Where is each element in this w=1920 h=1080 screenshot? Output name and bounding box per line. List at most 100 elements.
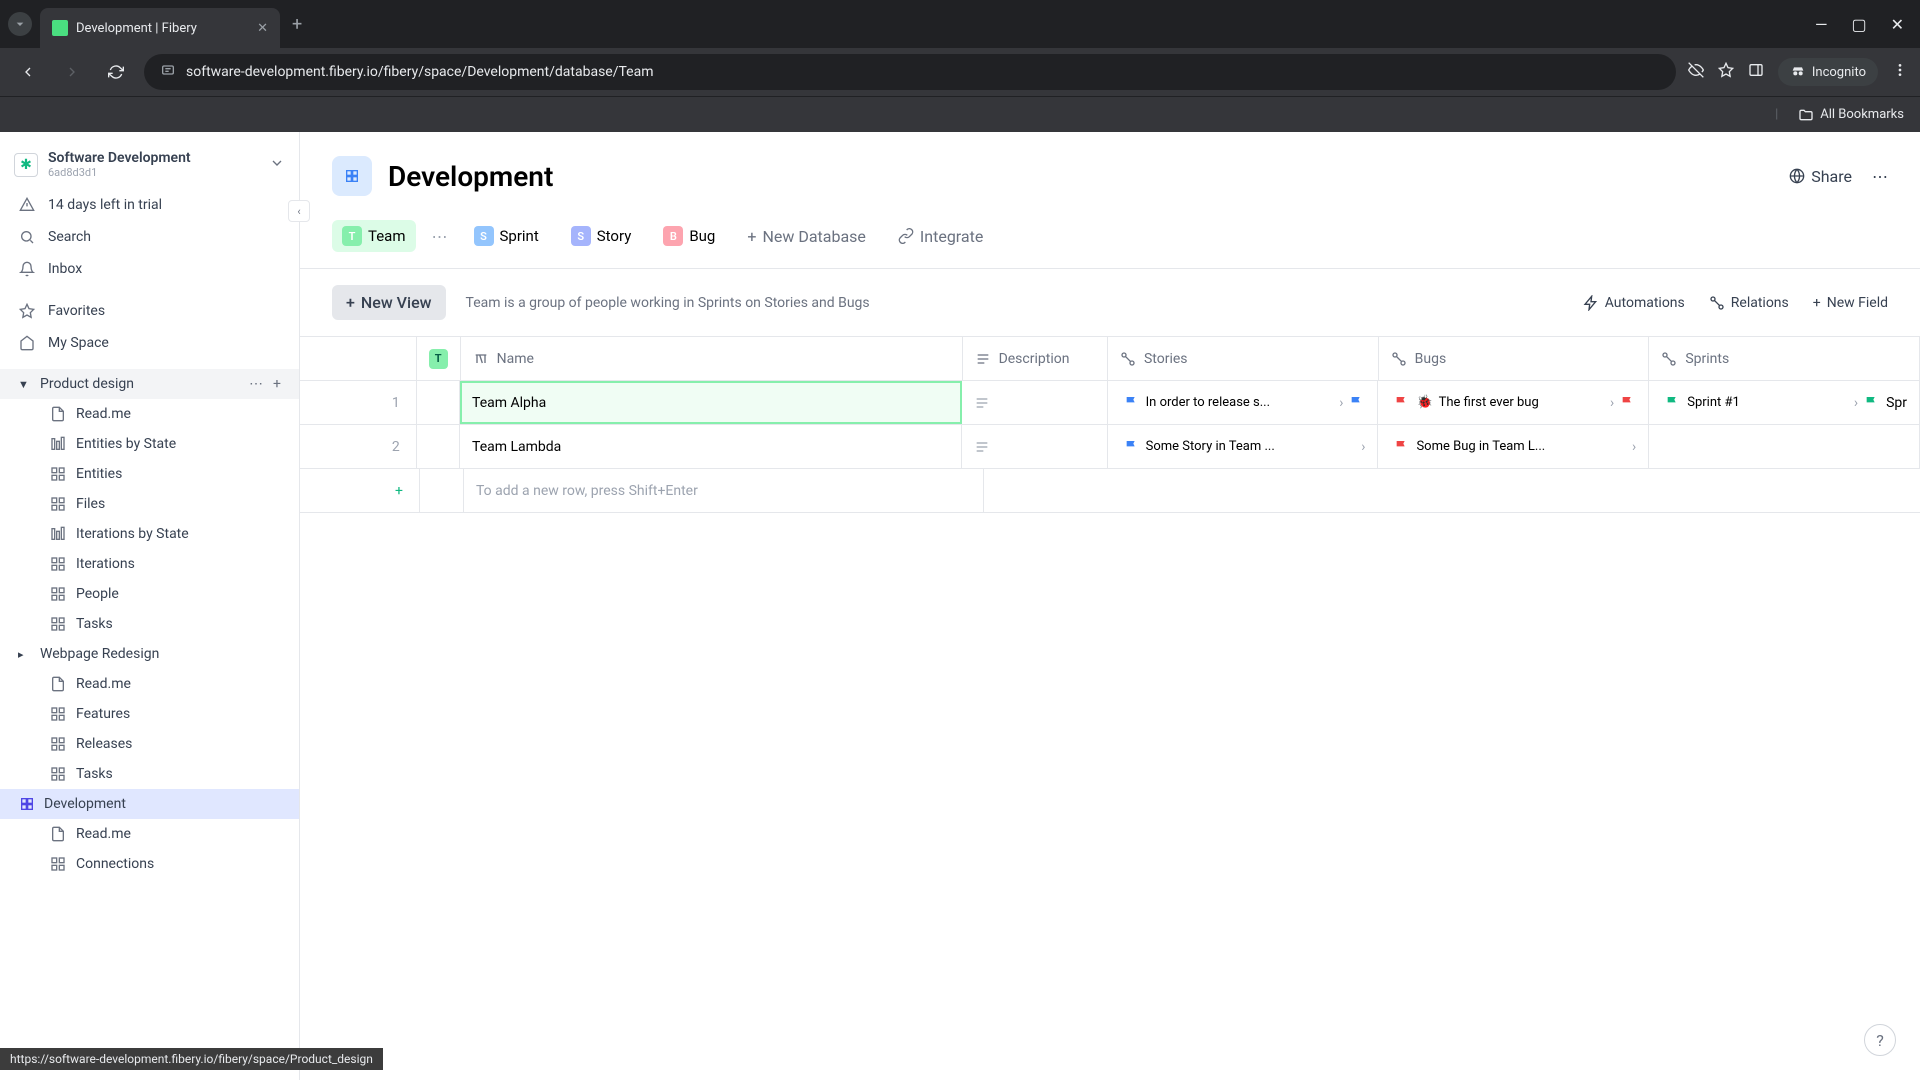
maximize-button[interactable]: ▢ — [1851, 15, 1866, 34]
tab-title: Development | Fibery — [76, 21, 197, 36]
new-view-button[interactable]: + New View — [332, 285, 446, 320]
close-window-button[interactable]: ✕ — [1891, 15, 1904, 34]
space-child-item[interactable]: Iterations — [0, 549, 299, 579]
sidebar-my-space[interactable]: My Space — [0, 327, 299, 359]
add-row-plus[interactable]: + — [300, 469, 420, 512]
eye-off-icon[interactable] — [1688, 62, 1704, 82]
cell-description[interactable] — [962, 425, 1107, 468]
cell-name[interactable]: Team Lambda — [460, 425, 962, 468]
side-panel-icon[interactable] — [1748, 62, 1764, 82]
collapse-sidebar-button[interactable]: ‹ — [288, 200, 310, 222]
page-more-button[interactable]: ⋯ — [1872, 167, 1888, 186]
url-bar[interactable]: software-development.fibery.io/fibery/sp… — [144, 54, 1676, 90]
column-bugs[interactable]: Bugs — [1379, 337, 1650, 380]
share-button[interactable]: Share — [1789, 167, 1852, 186]
space-header[interactable]: Development — [0, 789, 299, 819]
page-icon[interactable] — [332, 156, 372, 196]
site-settings-icon[interactable] — [160, 62, 176, 82]
space-child-item[interactable]: Read.me — [0, 819, 299, 849]
sidebar-trial[interactable]: 14 days left in trial — [0, 189, 299, 221]
cell-name[interactable]: Team Alpha — [460, 381, 962, 424]
child-label: Tasks — [76, 616, 113, 632]
tab-search-button[interactable] — [8, 12, 32, 36]
space-child-item[interactable]: Releases — [0, 729, 299, 759]
chevron-right-icon[interactable]: › — [1632, 439, 1636, 455]
star-icon — [18, 303, 36, 319]
space-child-item[interactable]: Files — [0, 489, 299, 519]
space-header[interactable]: ▸Webpage Redesign — [0, 639, 299, 669]
space-child-item[interactable]: Tasks — [0, 609, 299, 639]
reload-button[interactable] — [100, 56, 132, 88]
cell-sprints[interactable]: Sprint #1›Spr — [1649, 381, 1920, 424]
space-child-item[interactable]: Entities by State — [0, 429, 299, 459]
forward-button[interactable] — [56, 56, 88, 88]
space-add-button[interactable]: + — [273, 376, 281, 392]
integrate-button[interactable]: Integrate — [888, 221, 993, 252]
db-tab[interactable]: SStory — [561, 220, 642, 252]
automations-button[interactable]: Automations — [1583, 295, 1685, 311]
view-icon — [50, 856, 66, 872]
space-child-item[interactable]: People — [0, 579, 299, 609]
cell-stories[interactable]: In order to release s...› — [1108, 381, 1379, 424]
add-row-hint: To add a new row, press Shift+Enter — [464, 469, 984, 512]
space-child-item[interactable]: Tasks — [0, 759, 299, 789]
workspace-icon — [14, 153, 38, 177]
minimize-button[interactable]: — — [1815, 15, 1828, 34]
space-child-item[interactable]: Connections — [0, 849, 299, 879]
space-child-item[interactable]: Read.me — [0, 669, 299, 699]
sidebar-favorites[interactable]: Favorites — [0, 295, 299, 327]
browser-menu-button[interactable] — [1892, 62, 1908, 82]
help-button[interactable]: ? — [1864, 1024, 1896, 1056]
incognito-badge[interactable]: Incognito — [1778, 58, 1878, 86]
new-database-button[interactable]: +New Database — [737, 221, 876, 252]
child-label: Entities — [76, 466, 122, 482]
view-icon — [50, 586, 66, 602]
browser-titlebar: Development | Fibery ✕ + — ▢ ✕ — [0, 0, 1920, 48]
new-view-label: New View — [361, 293, 432, 312]
space-child-item[interactable]: Features — [0, 699, 299, 729]
cell-stories[interactable]: Some Story in Team ...› — [1108, 425, 1379, 468]
column-sprints[interactable]: Sprints — [1649, 337, 1920, 380]
space-child-item[interactable]: Entities — [0, 459, 299, 489]
new-tab-button[interactable]: + — [292, 14, 302, 35]
view-description: Team is a group of people working in Spr… — [466, 295, 1563, 311]
relations-button[interactable]: Relations — [1709, 295, 1789, 311]
back-button[interactable] — [12, 56, 44, 88]
chevron-right-icon[interactable]: › — [1339, 395, 1343, 411]
db-tab[interactable]: SSprint — [464, 220, 549, 252]
add-row[interactable]: + To add a new row, press Shift+Enter — [300, 469, 1920, 513]
chevron-right-icon[interactable]: › — [1361, 439, 1365, 455]
view-icon — [50, 616, 66, 632]
chevron-right-icon[interactable]: › — [1854, 395, 1858, 411]
space-child-item[interactable]: Iterations by State — [0, 519, 299, 549]
sidebar-search[interactable]: Search — [0, 221, 299, 253]
tab-close-button[interactable]: ✕ — [257, 21, 268, 36]
all-bookmarks-button[interactable]: All Bookmarks — [1798, 107, 1904, 123]
cell-bugs[interactable]: 🐞The first ever bug› — [1378, 381, 1649, 424]
new-field-button[interactable]: + New Field — [1813, 295, 1888, 311]
column-stories[interactable]: Stories — [1108, 337, 1379, 380]
column-description[interactable]: Description — [963, 337, 1108, 380]
bookmark-star-icon[interactable] — [1718, 62, 1734, 82]
workspace-id: 6ad8d3d1 — [48, 166, 259, 179]
sidebar-inbox[interactable]: Inbox — [0, 253, 299, 285]
cell-description[interactable] — [962, 381, 1107, 424]
space-child-item[interactable]: Read.me — [0, 399, 299, 429]
plus-icon: + — [346, 293, 355, 312]
table-row[interactable]: 1 Team Alpha In order to release s...› 🐞… — [300, 381, 1920, 425]
browser-tab[interactable]: Development | Fibery ✕ — [40, 8, 280, 48]
db-tab[interactable]: BBug — [653, 220, 725, 252]
bell-icon — [18, 261, 36, 277]
column-name[interactable]: Name — [461, 337, 963, 380]
cell-bugs[interactable]: Some Bug in Team L...› — [1378, 425, 1649, 468]
space-more-button[interactable]: ⋯ — [249, 376, 263, 392]
space-header[interactable]: ▼Product design⋯+ — [0, 369, 299, 399]
view-icon — [50, 406, 66, 422]
workspace-switcher[interactable]: Software Development 6ad8d3d1 — [0, 144, 299, 189]
child-label: Tasks — [76, 766, 113, 782]
cell-sprints[interactable] — [1649, 425, 1920, 468]
table-row[interactable]: 2 Team Lambda Some Story in Team ...› So… — [300, 425, 1920, 469]
db-tab-more-button[interactable]: ⋯ — [428, 227, 452, 246]
chevron-right-icon[interactable]: › — [1610, 395, 1614, 411]
db-tab[interactable]: TTeam — [332, 220, 416, 252]
